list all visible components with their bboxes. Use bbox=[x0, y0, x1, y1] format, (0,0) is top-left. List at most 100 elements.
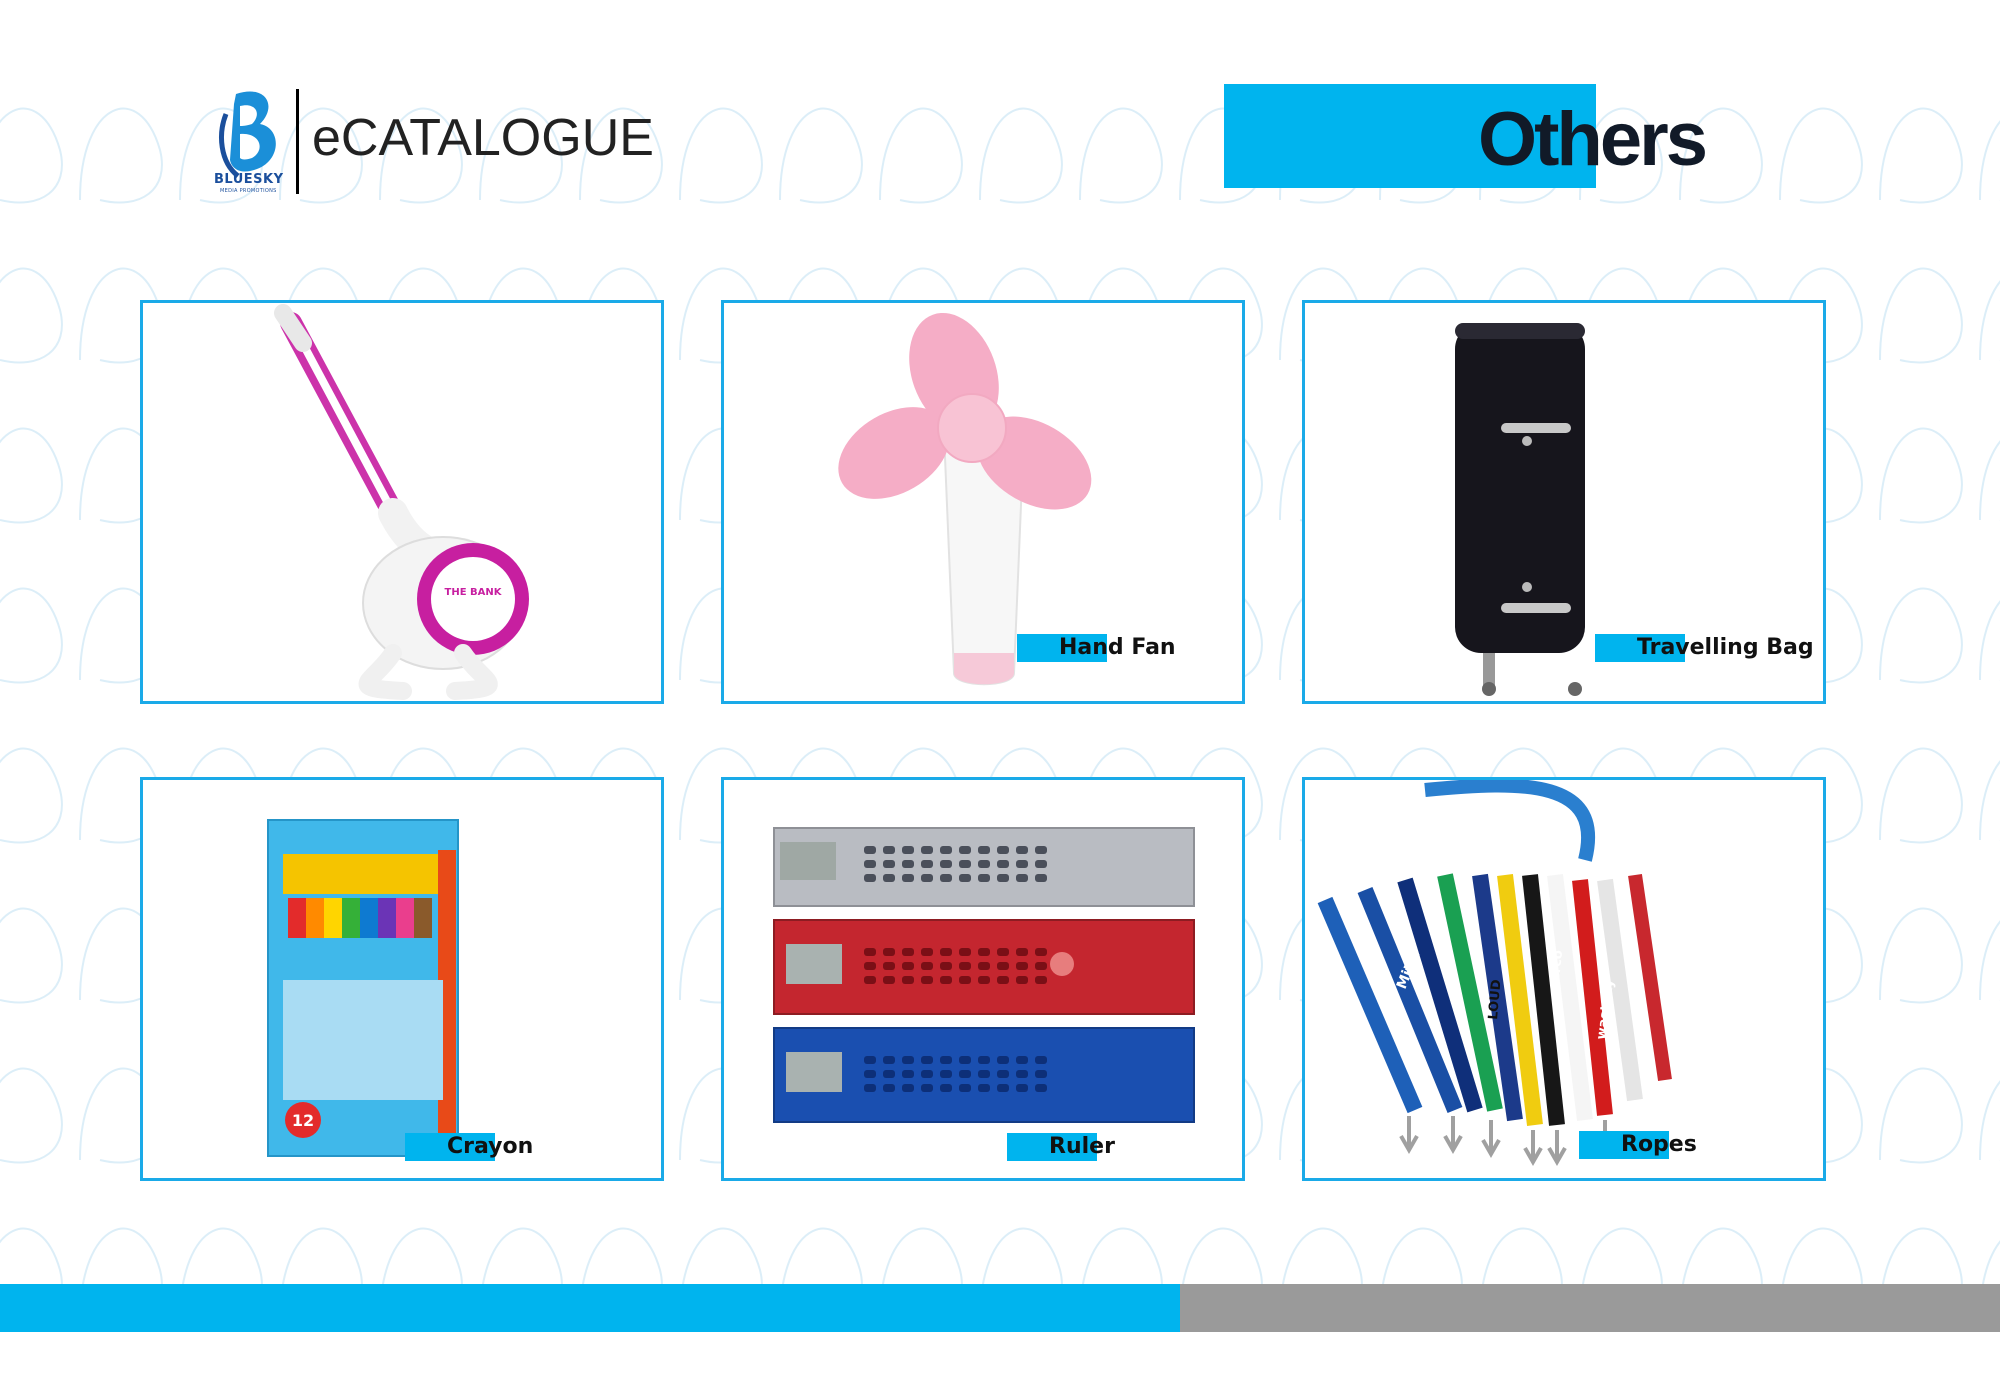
calculator-key bbox=[940, 948, 952, 956]
calculator-key bbox=[902, 1056, 914, 1064]
calculator-key bbox=[883, 962, 895, 970]
calculator-key bbox=[959, 860, 971, 868]
section-title: Others bbox=[1478, 97, 1708, 182]
pattern-shape bbox=[1879, 427, 1963, 524]
calculator-key bbox=[997, 874, 1009, 882]
footer-accent-bar bbox=[0, 1284, 1180, 1332]
pattern-shape bbox=[79, 107, 163, 204]
calculator-key bbox=[1035, 948, 1047, 956]
product-card-desk-pen[interactable]: THE BANK bbox=[140, 300, 664, 704]
calculator-key bbox=[940, 874, 952, 882]
calculator-key bbox=[959, 874, 971, 882]
calculator-key bbox=[921, 1056, 933, 1064]
pattern-shape bbox=[1879, 107, 1963, 204]
calculator-key bbox=[978, 976, 990, 984]
calculator-key bbox=[921, 1084, 933, 1092]
calculator-key bbox=[864, 1070, 876, 1078]
pattern-shape bbox=[0, 1067, 63, 1164]
pattern-shape bbox=[1979, 440, 2000, 522]
calculator-key bbox=[997, 1056, 1009, 1064]
calculator-key bbox=[997, 846, 1009, 854]
calculator-key bbox=[864, 1084, 876, 1092]
product-card-ruler[interactable] bbox=[721, 777, 1245, 1181]
pattern-shape bbox=[0, 267, 63, 364]
pattern-shape bbox=[879, 107, 963, 204]
pattern-shape bbox=[0, 107, 63, 204]
pattern-shape bbox=[979, 107, 1063, 204]
calculator-key bbox=[959, 948, 971, 956]
calculator-key bbox=[959, 962, 971, 970]
calculator-key bbox=[997, 860, 1009, 868]
calculator-key bbox=[864, 874, 876, 882]
logo-divider bbox=[296, 89, 299, 194]
pattern-shape bbox=[1979, 1080, 2000, 1162]
calculator-key bbox=[883, 860, 895, 868]
calculator-key bbox=[940, 846, 952, 854]
calculator-key bbox=[978, 860, 990, 868]
calculator-key bbox=[902, 1070, 914, 1078]
pattern-shape bbox=[1879, 1067, 1963, 1164]
calculator-key bbox=[1016, 976, 1028, 984]
footer-gray-bar bbox=[1180, 1284, 2000, 1332]
calculator-key bbox=[921, 976, 933, 984]
calculator-key bbox=[921, 948, 933, 956]
calculator-key bbox=[921, 874, 933, 882]
brand-tagline: MEDIA PROMOTIONS bbox=[220, 188, 277, 194]
calculator-key bbox=[1035, 976, 1047, 984]
calculator-key bbox=[1016, 846, 1028, 854]
pattern-shape bbox=[1979, 920, 2000, 1002]
calculator-key bbox=[940, 1056, 952, 1064]
pattern-shape bbox=[0, 747, 63, 844]
pattern-shape bbox=[0, 907, 63, 1004]
product-card-ropes[interactable]: Miter LOUD serco wastaky bbox=[1302, 777, 1826, 1181]
calculator-key bbox=[1016, 874, 1028, 882]
calculator-key bbox=[902, 976, 914, 984]
calculator-key bbox=[883, 1084, 895, 1092]
calculator-key bbox=[864, 846, 876, 854]
pattern-shape bbox=[779, 107, 863, 204]
calculator-key bbox=[864, 948, 876, 956]
calculator-key bbox=[1016, 1070, 1028, 1078]
calculator-key bbox=[959, 846, 971, 854]
calculator-key bbox=[921, 1070, 933, 1078]
calculator-key bbox=[997, 948, 1009, 956]
pattern-shape bbox=[679, 107, 763, 204]
calculator-key bbox=[902, 948, 914, 956]
calculator-key bbox=[864, 860, 876, 868]
calculator-key bbox=[978, 874, 990, 882]
calculator-key bbox=[940, 976, 952, 984]
calculator-key bbox=[921, 962, 933, 970]
calculator-key bbox=[959, 1070, 971, 1078]
pattern-shape bbox=[0, 587, 63, 684]
pattern-shape bbox=[1779, 107, 1863, 204]
calculator-key bbox=[883, 976, 895, 984]
pattern-shape bbox=[1079, 107, 1163, 204]
calculator-key bbox=[978, 1056, 990, 1064]
pattern-shape bbox=[1879, 747, 1963, 844]
calculator-key bbox=[1016, 860, 1028, 868]
calculator-key bbox=[902, 874, 914, 882]
calculator-key bbox=[1035, 1056, 1047, 1064]
pattern-shape bbox=[1879, 587, 1963, 684]
calculator-key bbox=[883, 1070, 895, 1078]
pattern-shape bbox=[1879, 907, 1963, 1004]
pattern-shape bbox=[1979, 760, 2000, 842]
calculator-key bbox=[997, 976, 1009, 984]
calculator-key bbox=[1016, 962, 1028, 970]
calculator-key bbox=[940, 1070, 952, 1078]
calculator-key bbox=[940, 860, 952, 868]
product-card-crayon[interactable]: 12 bbox=[140, 777, 664, 1181]
calculator-key bbox=[959, 1084, 971, 1092]
calculator-key bbox=[883, 948, 895, 956]
calculator-key bbox=[864, 962, 876, 970]
calculator-key bbox=[1035, 860, 1047, 868]
calculator-key bbox=[978, 1084, 990, 1092]
calculator-key bbox=[940, 962, 952, 970]
catalogue-title: eCATALOGUE bbox=[312, 109, 654, 167]
calculator-key bbox=[997, 1084, 1009, 1092]
pattern-shape bbox=[0, 427, 63, 524]
pattern-shape bbox=[1979, 280, 2000, 362]
calculator-key bbox=[978, 962, 990, 970]
calculator-key bbox=[1035, 874, 1047, 882]
calculator-key bbox=[1016, 1084, 1028, 1092]
